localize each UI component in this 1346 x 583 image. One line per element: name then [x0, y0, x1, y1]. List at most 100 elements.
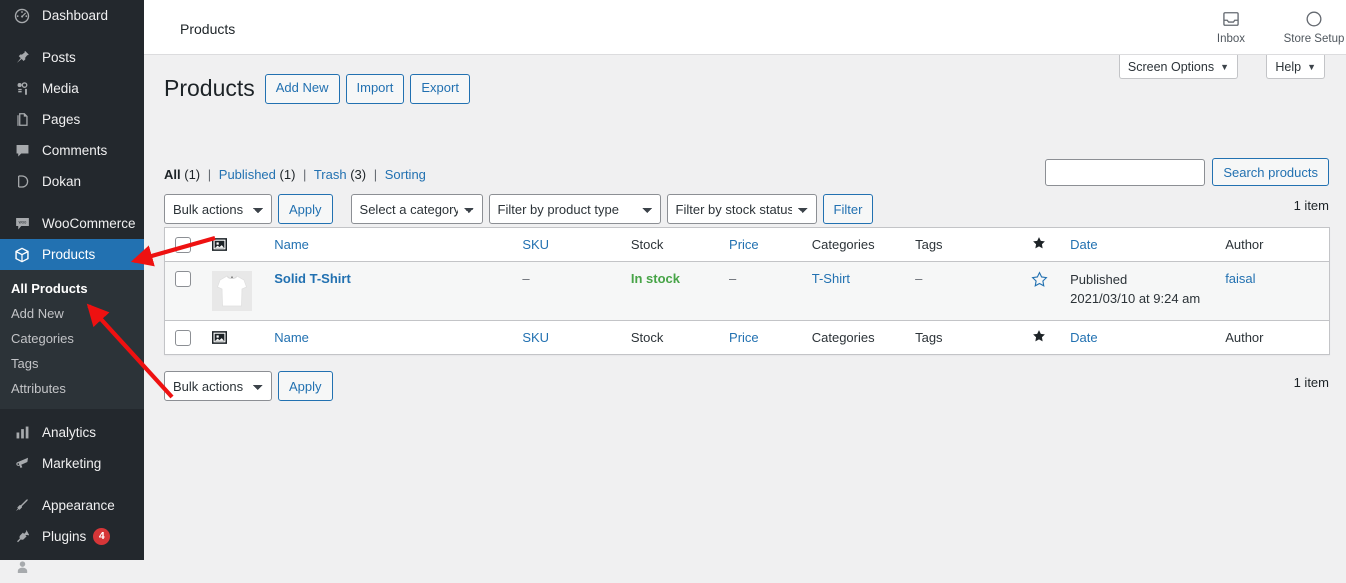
category-link[interactable]: T-Shirt [812, 271, 850, 286]
import-button[interactable]: Import [345, 74, 405, 104]
submenu-item-attributes[interactable]: Attributes [0, 376, 144, 401]
stock-status-filter-select[interactable]: Filter by stock status [666, 194, 817, 224]
analytics-bars-icon [11, 423, 33, 443]
sidebar-item-media[interactable]: Media [0, 73, 144, 104]
product-type-filter-select[interactable]: Filter by product type [488, 194, 661, 224]
chevron-down-icon: ▼ [1220, 61, 1229, 72]
thumbnail-header [202, 228, 264, 262]
products-box-icon [11, 245, 33, 265]
sidebar-item-comments[interactable]: Comments [0, 135, 144, 166]
column-footer-price-label: Price [729, 330, 759, 345]
view-link-sorting[interactable]: Sorting [385, 167, 426, 182]
select-all-checkbox-top[interactable] [175, 236, 191, 253]
sidebar-item-label: Appearance [42, 498, 115, 513]
column-header-price-label: Price [729, 237, 759, 252]
screen-options-toggle[interactable]: Screen Options ▼ [1118, 55, 1238, 79]
submenu-label: All Products [11, 281, 88, 296]
bulk-actions-select-bottom[interactable]: Bulk actions [164, 371, 272, 401]
sidebar-item-dokan[interactable]: Dokan [0, 166, 144, 197]
row-author-cell: faisal [1215, 262, 1329, 321]
column-header-sku[interactable]: SKU [512, 228, 621, 262]
column-footer-sku-label: SKU [522, 330, 550, 345]
search-products-button[interactable]: Search products [1212, 158, 1329, 186]
column-footer-categories: Categories [802, 321, 905, 355]
tshirt-thumbnail[interactable] [212, 271, 253, 311]
submenu-label: Categories [11, 331, 74, 346]
add-new-button[interactable]: Add New [264, 74, 340, 104]
screen-options-label: Screen Options [1127, 59, 1215, 74]
column-header-date[interactable]: Date [1060, 228, 1215, 262]
submenu-label: Add New [11, 306, 64, 321]
row-checkbox[interactable] [175, 271, 191, 287]
search-form: Search products [1045, 158, 1329, 186]
sidebar-item-products[interactable]: Products [0, 239, 144, 270]
sidebar-item-label: Comments [42, 143, 108, 158]
column-footer-author-label: Author [1225, 330, 1264, 345]
svg-text:woo: woo [18, 220, 26, 225]
admin-bar-page-title: Products [180, 21, 236, 37]
submenu-item-add-new[interactable]: Add New [0, 301, 144, 326]
column-footer-name[interactable]: Name [264, 321, 512, 355]
sidebar-item-dashboard[interactable]: Dashboard [0, 0, 144, 31]
filter-button[interactable]: Filter [822, 194, 874, 224]
view-link-published[interactable]: Published [219, 167, 276, 182]
column-header-name[interactable]: Name [264, 228, 512, 262]
column-header-price[interactable]: Price [719, 228, 802, 262]
sidebar-item-analytics[interactable]: Analytics [0, 417, 144, 448]
view-separator: | [303, 167, 307, 182]
submenu-label: Tags [11, 356, 39, 371]
column-header-featured [1019, 228, 1060, 262]
sidebar-item-appearance[interactable]: Appearance [0, 490, 144, 521]
select-all-footer [165, 321, 202, 355]
sidebar-item-label: Media [42, 81, 79, 96]
view-separator: | [373, 167, 378, 182]
item-count-bottom: 1 item [1293, 375, 1329, 390]
submenu-item-categories[interactable]: Categories [0, 326, 144, 351]
column-footer-tags-label: Tags [915, 330, 943, 345]
tablenav-top: Bulk actions Apply Select a category Fil… [164, 194, 879, 224]
column-footer-sku[interactable]: SKU [512, 321, 621, 355]
row-featured-cell [1019, 262, 1060, 321]
column-footer-stock: Stock [621, 321, 719, 355]
apply-button-top[interactable]: Apply [278, 194, 333, 224]
column-footer-price[interactable]: Price [719, 321, 802, 355]
sidebar-item-marketing[interactable]: Marketing [0, 448, 144, 479]
sidebar-item-label: WooCommerce [42, 216, 136, 231]
brush-icon [11, 496, 33, 516]
sidebar-item-label: Products [42, 247, 96, 262]
submenu-item-tags[interactable]: Tags [0, 351, 144, 376]
stock-status-value: In stock [630, 271, 680, 286]
sidebar-item-partial[interactable] [0, 552, 144, 583]
help-toggle[interactable]: Help ▼ [1266, 55, 1325, 79]
search-input[interactable] [1045, 158, 1206, 186]
store-setup-button[interactable]: Store Setup [1259, 7, 1346, 45]
row-categories-cell: T-Shirt [802, 262, 905, 321]
star-outline-icon[interactable] [1031, 271, 1048, 288]
media-icon [11, 79, 33, 99]
item-count-top: 1 item [1293, 198, 1329, 213]
status-filter-links: All (1) | Published (1) | Trash (3) | So… [164, 167, 426, 182]
view-link-all[interactable]: All [164, 167, 181, 182]
select-all-checkbox-bottom[interactable] [175, 329, 191, 346]
inbox-icon [1221, 7, 1241, 31]
apply-button-bottom[interactable]: Apply [278, 371, 333, 401]
row-tags-cell: – [905, 262, 1019, 321]
author-link[interactable]: faisal [1225, 271, 1255, 286]
admin-bar: Products Inbox Store Setup [144, 0, 1346, 55]
view-link-trash[interactable]: Trash [314, 167, 347, 182]
sidebar-item-posts[interactable]: Posts [0, 42, 144, 73]
inbox-button[interactable]: Inbox [1199, 7, 1263, 45]
submenu-item-all-products[interactable]: All Products [0, 276, 144, 301]
export-button[interactable]: Export [410, 74, 470, 104]
page-title: Products [164, 75, 255, 101]
column-footer-date[interactable]: Date [1060, 321, 1215, 355]
bulk-actions-select-top[interactable]: Bulk actions [164, 194, 272, 224]
tshirt-image [217, 275, 248, 307]
select-all-header [165, 228, 202, 262]
sidebar-item-pages[interactable]: Pages [0, 104, 144, 135]
product-name-link[interactable]: Solid T-Shirt [274, 271, 351, 286]
sidebar-item-plugins[interactable]: Plugins 4 [0, 521, 144, 552]
category-filter-select[interactable]: Select a category [350, 194, 483, 224]
sidebar-item-woocommerce[interactable]: woo WooCommerce [0, 208, 144, 239]
